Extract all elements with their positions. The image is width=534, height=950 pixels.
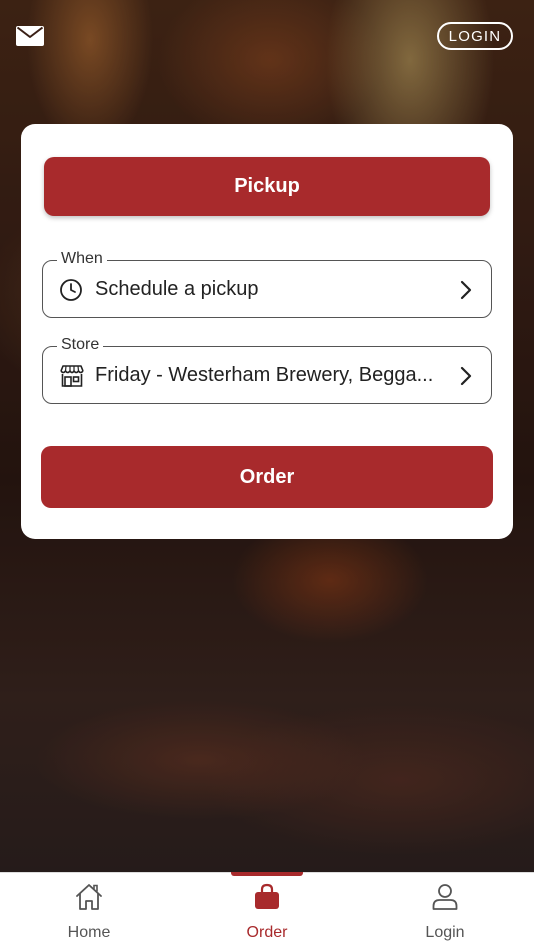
tab-home[interactable]: Home <box>0 873 178 950</box>
when-label: When <box>57 250 107 268</box>
order-button[interactable]: Order <box>41 446 493 508</box>
clock-icon <box>59 277 85 303</box>
store-value: Friday - Westerham Brewery, Begga... <box>95 364 434 386</box>
tab-login-label: Login <box>425 924 465 941</box>
chevron-right-icon <box>459 365 473 387</box>
order-type-card: Pickup When Schedule a pickup Store Frid… <box>21 124 513 539</box>
person-icon <box>431 883 459 911</box>
tab-bar: Home Order Login <box>0 872 534 950</box>
storefront-icon <box>59 363 85 389</box>
when-value: Schedule a pickup <box>95 278 259 300</box>
store-field[interactable]: Store Friday - Westerham Brewery, Begga.… <box>42 336 492 404</box>
shopping-bag-icon <box>253 883 281 911</box>
when-field[interactable]: When Schedule a pickup <box>42 250 492 318</box>
active-tab-indicator <box>231 872 303 876</box>
tab-home-label: Home <box>67 924 111 941</box>
pickup-button[interactable]: Pickup <box>44 157 490 216</box>
tab-order-label: Order <box>246 924 288 941</box>
chevron-right-icon <box>459 279 473 301</box>
login-button[interactable]: LOGIN <box>437 22 513 50</box>
store-label: Store <box>57 336 104 354</box>
envelope-icon[interactable] <box>16 26 44 46</box>
tab-order[interactable]: Order <box>178 873 356 950</box>
home-icon <box>75 883 103 911</box>
tab-login[interactable]: Login <box>356 873 534 950</box>
